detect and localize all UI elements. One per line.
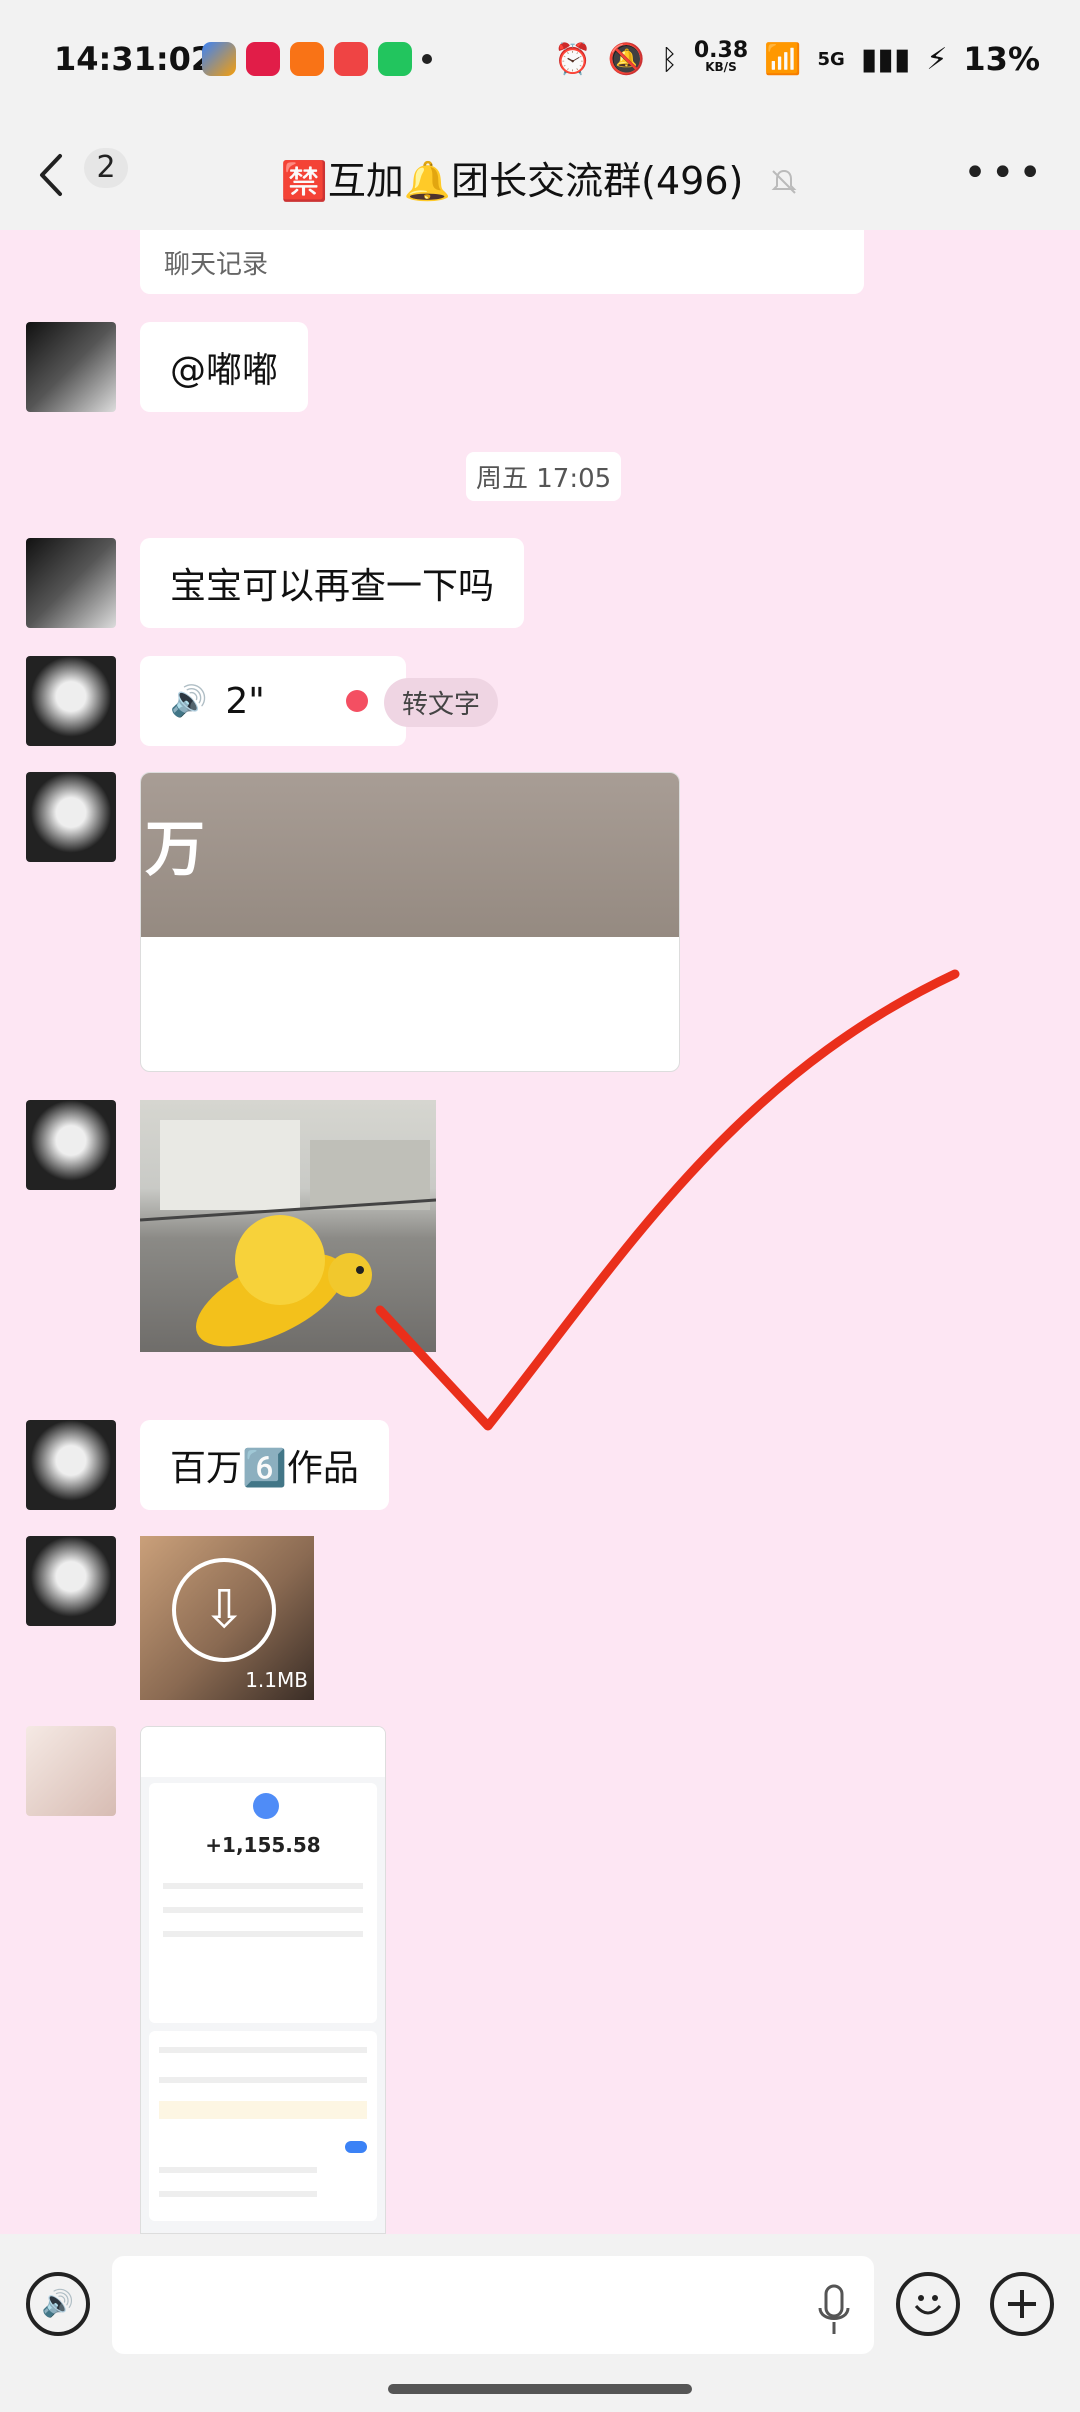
more-options-button[interactable]: ••• (963, 150, 1046, 196)
avatar[interactable] (26, 1100, 116, 1190)
signal-icon: ▮▮▮ (860, 41, 911, 77)
more-notifications-dot (422, 54, 432, 64)
download-icon[interactable]: ⇩ (172, 1558, 276, 1662)
message-bubble[interactable]: 百万6️⃣作品 (140, 1420, 389, 1510)
chat-record-card[interactable]: 聊天记录 (140, 230, 864, 294)
app-icon-2 (246, 42, 280, 76)
receipt-avatar-icon (253, 1793, 279, 1819)
red-check-mark-icon (375, 969, 960, 1431)
plus-icon (1008, 2290, 1036, 2318)
avatar[interactable] (26, 322, 116, 412)
unplayed-dot (346, 690, 368, 712)
message-bubble[interactable]: 宝宝可以再查一下吗 (140, 538, 525, 628)
add-button[interactable] (990, 2272, 1054, 2336)
battery-icon: ⚡ (926, 41, 948, 77)
app-icon-3 (290, 42, 324, 76)
wifi-icon: 📶 (764, 41, 802, 77)
avatar[interactable] (26, 1420, 116, 1510)
receipt-amount: +1,155.58 (205, 1833, 321, 1857)
emoji-button[interactable] (896, 2272, 960, 2336)
microphone-icon[interactable] (814, 2282, 854, 2342)
smiley-icon (914, 2295, 942, 2315)
message-input[interactable] (112, 2256, 874, 2354)
message-timestamp: 周五 17:05 (466, 452, 622, 501)
voice-wave-icon: 🔊 (170, 683, 208, 719)
network-type: 5G (817, 48, 845, 70)
app-icon-4 (334, 42, 368, 76)
avatar[interactable] (26, 1726, 116, 1816)
video-message[interactable]: ⇩ 1.1MB (140, 1536, 314, 1700)
app-icon-5 (378, 42, 412, 76)
receipt-detail-card (149, 2031, 377, 2221)
screenshot-image[interactable]: +1,155.58 (140, 1726, 386, 2234)
battery-percent: 13% (963, 40, 1040, 78)
mute-icon: 🔕 (607, 41, 646, 77)
notification-app-icons (202, 42, 432, 76)
status-time: 14:31:02 (54, 40, 214, 78)
alarm-icon: ⏰ (554, 41, 592, 77)
voice-wave-icon: 🔊 (41, 2289, 75, 2319)
image-header: 万 (141, 773, 679, 937)
bluetooth-icon: ᛒ (661, 42, 678, 76)
avatar[interactable] (26, 656, 116, 746)
convert-to-text-button[interactable]: 转文字 (384, 678, 499, 727)
home-indicator[interactable] (388, 2384, 692, 2394)
avatar[interactable] (26, 772, 116, 862)
video-size: 1.1MB (245, 1668, 308, 1692)
chat-title: 🈲互加🔔团长交流群(496) (0, 150, 1080, 206)
toggle-icon (345, 2141, 367, 2153)
avatar[interactable] (26, 538, 116, 628)
voice-input-button[interactable]: 🔊 (26, 2272, 90, 2336)
receipt-header-bar (141, 1727, 385, 1777)
net-speed: 0.38 KB/S (693, 38, 749, 75)
receipt-card: +1,155.58 (149, 1783, 377, 2023)
muted-bell-icon (769, 162, 799, 206)
app-icon-1 (202, 42, 236, 76)
message-bubble[interactable]: @嘟嘟 (140, 322, 309, 412)
status-right: ⏰ 🔕 ᛒ 0.38 KB/S 📶 5G ▮▮▮ ⚡ 13% (554, 38, 1040, 79)
avatar[interactable] (26, 1536, 116, 1626)
